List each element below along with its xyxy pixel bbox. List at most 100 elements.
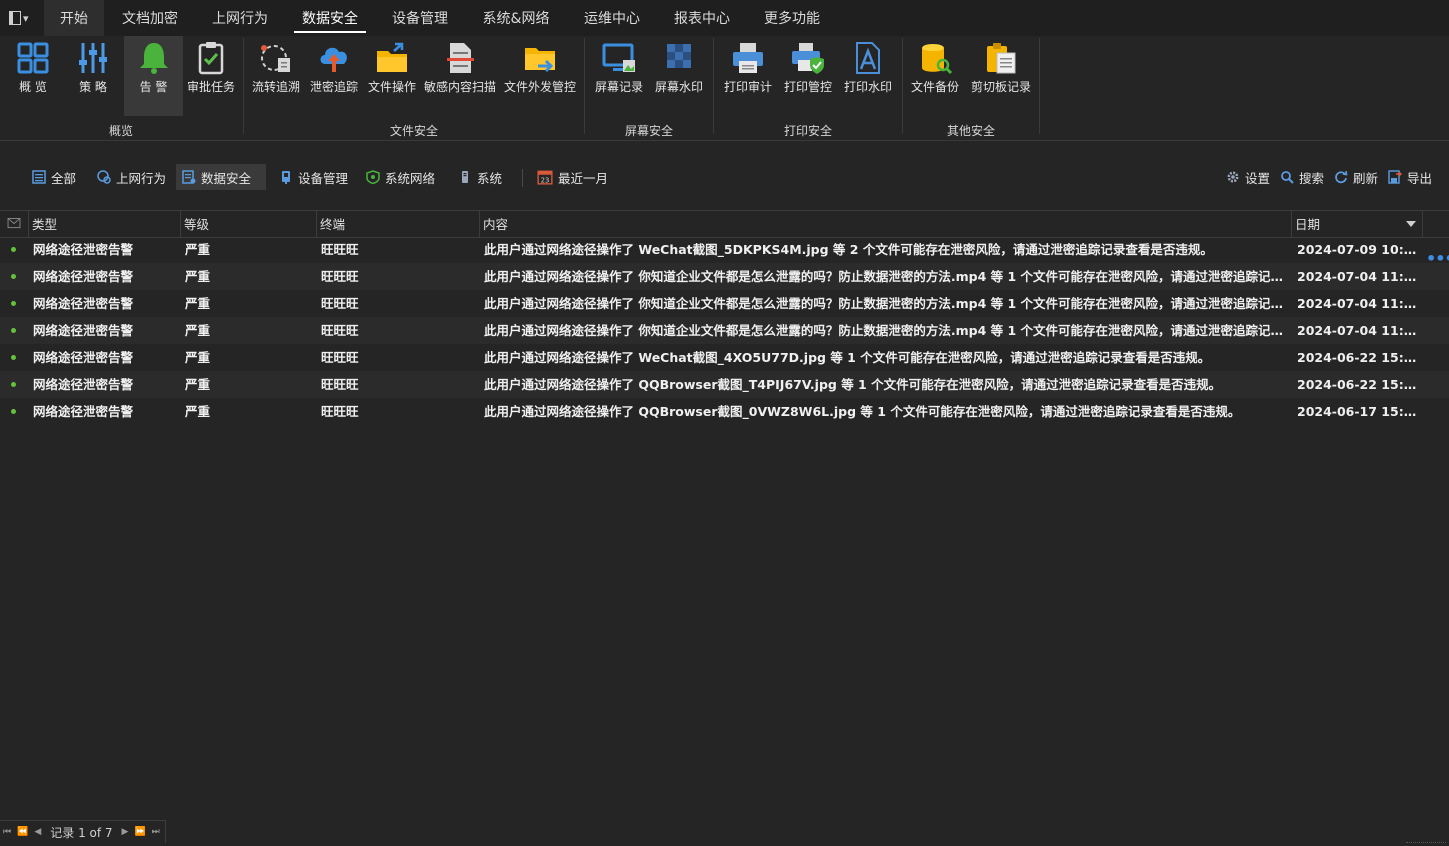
filter-system[interactable]: 系统: [452, 164, 508, 190]
filter-data-security[interactable]: 数据安全: [176, 164, 266, 190]
leak-cloud-icon: [320, 47, 347, 72]
cell-terminal: 旺旺旺: [321, 269, 359, 284]
leak-tracking-button-label: 泄密追踪: [309, 80, 358, 94]
cell-type: 网络途径泄密告警: [33, 242, 134, 257]
tab-data-security[interactable]: 数据安全: [294, 0, 366, 36]
cell-level: 严重: [185, 377, 211, 392]
screen-watermark-button[interactable]: 屏幕水印: [650, 36, 708, 116]
app-menu-button[interactable]: ▾: [9, 9, 33, 27]
column-header-date[interactable]: 日期: [1292, 211, 1423, 237]
column-header-level[interactable]: 等级: [181, 211, 317, 237]
cell-level: 严重: [185, 296, 211, 311]
cell-level: 严重: [185, 350, 211, 365]
group-separator: [713, 38, 714, 134]
filter-device-management-label: 设备管理: [298, 170, 349, 186]
file-backup-button[interactable]: 文件备份: [907, 36, 963, 116]
cell-level: 严重: [185, 323, 211, 338]
cell-terminal: 旺旺旺: [321, 350, 359, 365]
group-separator: [243, 38, 244, 134]
policy-sliders-icon: [79, 43, 107, 73]
previous-record-icon[interactable]: ◀: [34, 827, 41, 837]
last-record-icon[interactable]: ⏭: [152, 827, 160, 837]
table-row[interactable]: 网络途径泄密告警 严重 旺旺旺 此用户通过网络途径操作了 你知道企业文件都是怎么…: [0, 290, 1449, 317]
cell-level: 严重: [185, 404, 211, 419]
record-navigator: ⏮ ⏪ ◀ 记录 1 of 7 ▶ ⏩ ⏭: [0, 820, 166, 843]
tab-ops-center[interactable]: 运维中心: [575, 0, 649, 36]
filter-device-management[interactable]: 设备管理: [273, 164, 354, 190]
leak-tracking-button[interactable]: 泄密追踪: [306, 36, 362, 116]
search-button[interactable]: 搜索: [1274, 164, 1330, 190]
cell-type: 网络途径泄密告警: [33, 404, 134, 419]
cell-date: 2024-06-22 15:04:56: [1297, 350, 1421, 365]
group-label-screen-security: 屏幕安全: [624, 124, 673, 138]
tab-system-network[interactable]: 系统&网络: [474, 0, 558, 36]
group-separator: [584, 38, 585, 134]
status-dot: [11, 247, 16, 252]
approval-task-button[interactable]: 审批任务: [184, 36, 238, 116]
tab-internet-behavior[interactable]: 上网行为: [203, 0, 277, 36]
column-header-content[interactable]: 内容: [480, 211, 1292, 237]
sort-dropdown-icon[interactable]: [1406, 221, 1416, 227]
app-menu-icon: [9, 11, 21, 25]
cell-level: 严重: [185, 269, 211, 284]
next-record-icon[interactable]: ▶: [122, 827, 129, 837]
group-label-overview: 概览: [108, 124, 133, 138]
table-row[interactable]: 网络途径泄密告警 严重 旺旺旺 此用户通过网络途径操作了 WeChat截图_5D…: [0, 236, 1449, 263]
cell-type: 网络途径泄密告警: [33, 323, 134, 338]
first-record-icon[interactable]: ⏮: [3, 827, 11, 837]
screen-record-button[interactable]: 屏幕记录: [590, 36, 648, 116]
resize-grip[interactable]: [1406, 836, 1446, 843]
cell-type: 网络途径泄密告警: [33, 296, 134, 311]
previous-page-icon[interactable]: ⏪: [17, 827, 28, 837]
file-operation-button[interactable]: 文件操作: [364, 36, 420, 116]
table-row[interactable]: 网络途径泄密告警 严重 旺旺旺 此用户通过网络途径操作了 QQBrowser截图…: [0, 398, 1449, 425]
cell-type: 网络途径泄密告警: [33, 377, 134, 392]
overview-button[interactable]: 概 览: [5, 36, 61, 116]
filter-system-network-label: 系统网络: [385, 170, 436, 186]
column-header-terminal[interactable]: 终端: [317, 211, 480, 237]
status-dot: [11, 355, 16, 360]
refresh-button[interactable]: 刷新: [1328, 164, 1384, 190]
print-watermark-button[interactable]: 打印水印: [839, 36, 897, 116]
cell-date: 2024-07-04 11:40:07: [1297, 296, 1421, 311]
sensitive-scan-button[interactable]: 敏感内容扫描: [422, 36, 498, 116]
more-options-icon[interactable]: •••: [1426, 249, 1449, 268]
cell-terminal: 旺旺旺: [321, 296, 359, 311]
tab-more-features[interactable]: 更多功能: [755, 0, 829, 36]
export-button[interactable]: 导出: [1382, 164, 1438, 190]
outgoing-control-button[interactable]: 文件外发管控: [501, 36, 579, 116]
table-row[interactable]: 网络途径泄密告警 严重 旺旺旺 此用户通过网络途径操作了 你知道企业文件都是怎么…: [0, 317, 1449, 344]
select-all-column[interactable]: [0, 211, 29, 237]
status-dot: [11, 301, 16, 306]
tab-document-encryption[interactable]: 文档加密: [112, 0, 188, 36]
policy-button[interactable]: 策 略: [64, 36, 122, 116]
all-list-icon: [32, 170, 46, 184]
cell-date: 2024-07-04 11:40:43: [1297, 269, 1421, 284]
tab-device-management[interactable]: 设备管理: [384, 0, 456, 36]
tab-report-center[interactable]: 报表中心: [665, 0, 739, 36]
clipboard-record-button-label: 剪切板记录: [970, 80, 1031, 94]
cell-terminal: 旺旺旺: [321, 323, 359, 338]
sensitive-scan-button-label: 敏感内容扫描: [423, 80, 496, 94]
table-row[interactable]: 网络途径泄密告警 严重 旺旺旺 此用户通过网络途径操作了 WeChat截图_4X…: [0, 344, 1449, 371]
tab-start[interactable]: 开始: [44, 0, 104, 36]
column-header-date-label: 日期: [1295, 217, 1321, 232]
filter-internet-behavior[interactable]: 上网行为: [91, 164, 172, 190]
alert-button[interactable]: 告 警: [124, 36, 183, 116]
database-backup-icon: [922, 44, 953, 75]
cell-content: 此用户通过网络途径操作了 你知道企业文件都是怎么泄露的吗？防止数据泄密的方法.m…: [484, 296, 1290, 311]
filter-all[interactable]: 全部: [26, 164, 82, 190]
settings-button[interactable]: 设置: [1220, 164, 1276, 190]
group-separator: [902, 38, 903, 134]
print-control-button[interactable]: 打印管控: [779, 36, 837, 116]
table-row[interactable]: 网络途径泄密告警 严重 旺旺旺 此用户通过网络途径操作了 QQBrowser截图…: [0, 371, 1449, 398]
print-audit-button[interactable]: 打印审计: [719, 36, 777, 116]
filter-system-network[interactable]: 系统网络: [360, 164, 441, 190]
clipboard-record-button[interactable]: 剪切板记录: [966, 36, 1036, 116]
next-page-icon[interactable]: ⏩: [134, 827, 145, 837]
flow-trace-button[interactable]: 流转追溯: [248, 36, 304, 116]
table-row[interactable]: 网络途径泄密告警 严重 旺旺旺 此用户通过网络途径操作了 你知道企业文件都是怎么…: [0, 263, 1449, 290]
filter-last-month[interactable]: 23 最近一月: [531, 164, 614, 190]
cell-content: 此用户通过网络途径操作了 你知道企业文件都是怎么泄露的吗？防止数据泄密的方法.m…: [484, 323, 1290, 338]
column-header-type[interactable]: 类型: [29, 211, 181, 237]
